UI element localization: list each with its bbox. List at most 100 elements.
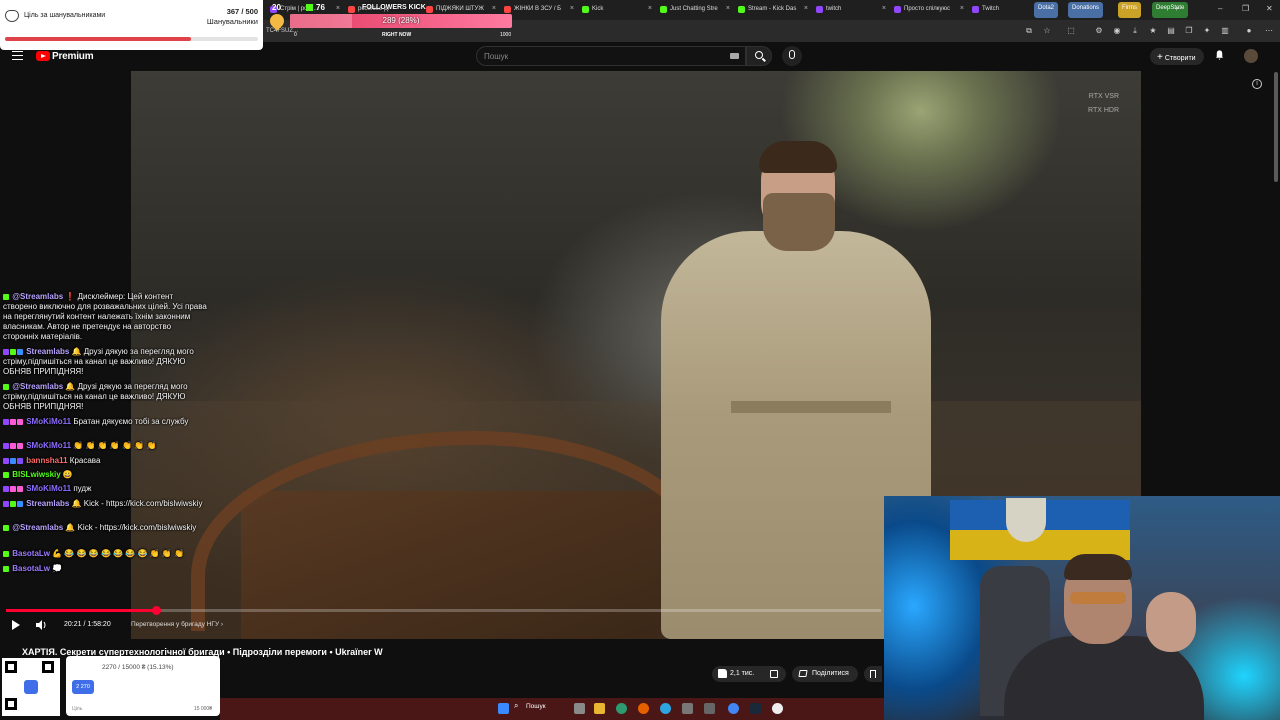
browser-tab[interactable]: Просто спілкуюс × <box>892 2 966 18</box>
tab-close-icon[interactable]: × <box>804 5 808 12</box>
progress-scrubber[interactable] <box>152 606 161 615</box>
kick-logo-icon <box>306 4 313 11</box>
telegram-icon[interactable] <box>660 703 671 714</box>
youtube-logo-icon[interactable] <box>36 51 50 61</box>
goal-label: Ціль за шанувальниками <box>24 12 106 19</box>
hamburger-menu-icon[interactable] <box>12 51 23 60</box>
info-icon[interactable]: i <box>1252 79 1262 89</box>
obs-icon[interactable] <box>772 703 783 714</box>
chat-badge-icon <box>10 485 16 492</box>
chat-nickname[interactable]: SMoKiMo11 <box>24 441 73 450</box>
chat-nickname[interactable]: bannsha11 <box>24 456 70 465</box>
puzzle-icon[interactable]: ✦ <box>1202 26 1212 36</box>
profile-icon[interactable]: ● <box>1244 26 1254 36</box>
volume-icon[interactable] <box>36 620 48 630</box>
chat-badge-icon <box>17 485 23 492</box>
firefox-icon[interactable] <box>638 703 649 714</box>
tab-close-icon[interactable]: × <box>648 5 652 12</box>
bookmark-icon[interactable]: ★ <box>1148 26 1158 36</box>
steam-icon[interactable] <box>750 703 761 714</box>
collections-icon[interactable]: ❐ <box>1184 26 1194 36</box>
chat-nickname[interactable]: @Streamlabs <box>10 523 65 532</box>
chat-badge-icon <box>3 418 9 425</box>
chat-nickname[interactable]: SMoKiMo11 <box>24 484 73 493</box>
calculator-icon[interactable] <box>682 703 693 714</box>
like-button[interactable]: 2,1 тис. <box>712 666 762 682</box>
account-avatar[interactable] <box>1244 49 1258 63</box>
chat-nickname[interactable]: BISLwiwskiy <box>10 470 63 479</box>
app-icon[interactable] <box>704 703 715 714</box>
extension-icon[interactable]: ⬚ <box>1066 26 1076 36</box>
webcam-person-hand <box>1146 592 1196 652</box>
chapter-title[interactable]: Перетворення у бригаду НГУ › <box>131 621 223 628</box>
chrome-icon[interactable] <box>728 703 739 714</box>
voice-search-button[interactable] <box>782 46 802 66</box>
pinned-tab[interactable]: Donations <box>1068 2 1104 18</box>
cast-icon[interactable]: ⧉ <box>1024 26 1034 36</box>
time-display: 20:21 / 1:58:20 <box>64 621 111 628</box>
webcam-person-hair <box>1064 554 1132 580</box>
followers-sub: RIGHT NOW <box>382 32 412 38</box>
browser-tab[interactable]: twitch × <box>814 2 888 18</box>
file-explorer-icon[interactable] <box>594 703 605 714</box>
chat-nickname[interactable]: SMoKiMo11 <box>24 417 73 426</box>
pinned-tab[interactable]: Dota2 <box>1034 2 1059 18</box>
chat-nickname[interactable]: BasotaLw <box>10 564 52 573</box>
taskbar-search-label[interactable]: Пошук <box>526 703 546 710</box>
tab-label: ЖІНКИ В ЗСУ / Б <box>514 6 562 12</box>
chat-text: пудж <box>73 484 92 494</box>
more-icon[interactable]: ⋯ <box>1264 26 1274 36</box>
restore-button[interactable]: ❐ <box>1242 4 1249 13</box>
taskbar-search-icon[interactable]: ⌕ <box>514 701 525 712</box>
search-button[interactable] <box>746 46 772 66</box>
chat-badges <box>3 564 10 574</box>
windows-start-icon[interactable] <box>498 703 509 714</box>
bookmark-save-icon <box>870 670 876 678</box>
close-window-button[interactable]: ✕ <box>1266 4 1273 13</box>
dislike-button[interactable] <box>762 666 786 682</box>
browser-tab[interactable]: Twitch× <box>970 2 1044 18</box>
chat-text: 🔔 Kick - https://kick.com/bislwiwskiy <box>71 499 203 509</box>
new-tab-button[interactable]: + <box>1174 4 1179 13</box>
browser-tab[interactable]: Kick × <box>580 2 654 18</box>
tab-close-icon[interactable]: × <box>726 5 730 12</box>
task-view-icon[interactable] <box>574 703 585 714</box>
pinned-tab[interactable]: Firms <box>1118 2 1141 18</box>
search-input[interactable]: Пошук <box>476 46 746 66</box>
tab-label: Twitch <box>982 6 1000 12</box>
tab-close-icon[interactable]: × <box>960 5 964 12</box>
tab-close-icon[interactable]: × <box>570 5 574 12</box>
chat-badge-icon <box>17 442 23 449</box>
chat-badge-icon <box>10 457 16 464</box>
chat-message: @Streamlabs 🔔 Друзі дякую за перегляд мо… <box>3 382 208 412</box>
youtube-premium-brand[interactable]: Premium <box>52 51 94 62</box>
notifications-bell-icon[interactable] <box>1214 49 1225 61</box>
chat-nickname[interactable]: BasotaLw <box>10 549 52 558</box>
star-icon[interactable]: ☆ <box>1042 26 1052 36</box>
edge-icon[interactable] <box>616 703 627 714</box>
chat-nickname[interactable]: @Streamlabs <box>10 382 65 391</box>
share-button[interactable]: Поділитися <box>792 666 858 682</box>
chat-nickname[interactable]: Streamlabs <box>24 347 72 356</box>
keyboard-icon[interactable] <box>730 53 739 59</box>
ext-icon-2[interactable]: ◉ <box>1112 26 1122 36</box>
minimize-button[interactable]: – <box>1218 4 1222 13</box>
browser-tab[interactable]: Just Chatting Stre × <box>658 2 732 18</box>
create-button[interactable]: + Створити <box>1150 48 1204 65</box>
goal-subtitle: Шанувальники <box>206 17 258 26</box>
twitch-follower-count: 20 <box>272 3 281 12</box>
download-icon[interactable]: ⤓ <box>1130 26 1140 36</box>
browser-tab[interactable]: Stream - Kick Das × <box>736 2 810 18</box>
scrollbar-thumb[interactable] <box>1274 72 1278 182</box>
sidebar-icon[interactable]: ▥ <box>1220 26 1230 36</box>
save-button[interactable] <box>864 666 882 682</box>
trash-icon[interactable]: ▤ <box>1166 26 1176 36</box>
chat-nickname[interactable]: Streamlabs <box>24 499 72 508</box>
chat-nickname[interactable]: @Streamlabs <box>10 292 65 301</box>
chat-badge-icon <box>3 485 9 492</box>
goal-progress-fill <box>5 37 191 41</box>
ext-icon-1[interactable]: ⚙ <box>1094 26 1104 36</box>
play-icon[interactable] <box>12 620 20 630</box>
tab-close-icon[interactable]: × <box>882 5 886 12</box>
pinned-tab[interactable]: DeepState <box>1152 2 1189 18</box>
